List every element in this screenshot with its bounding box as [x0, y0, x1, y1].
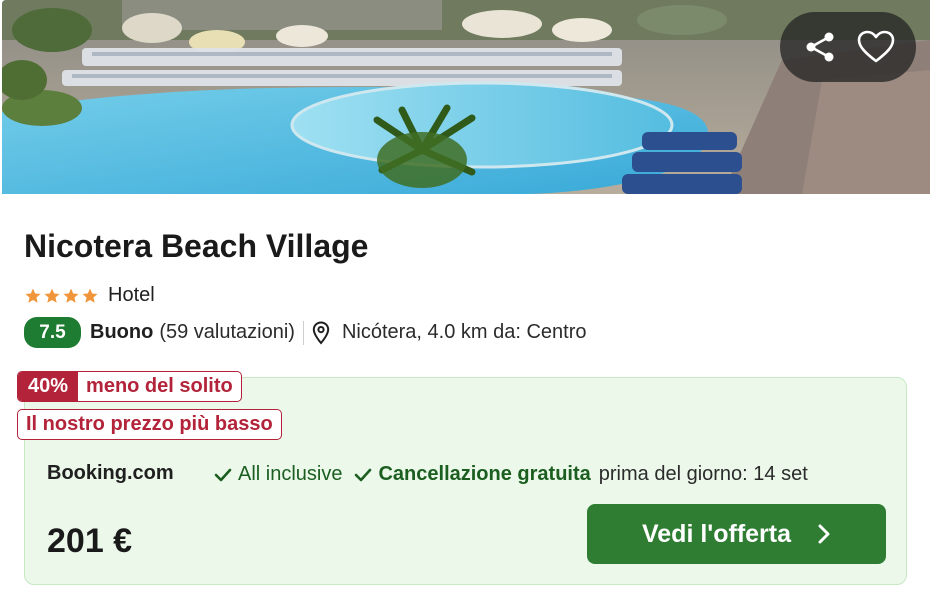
star-icon: [24, 287, 42, 305]
divider: [302, 320, 304, 345]
accommodation-type: Hotel: [108, 284, 155, 306]
price: 201 €: [47, 522, 133, 560]
view-offer-label: Vedi l'offerta: [641, 519, 792, 548]
share-icon[interactable]: [798, 25, 842, 69]
check-icon: [354, 467, 372, 483]
offer-features: All inclusive Cancellazione gratuita pri…: [214, 463, 808, 486]
star-icon: [62, 287, 80, 305]
star-rating: [24, 287, 99, 305]
location-text[interactable]: Nicótera, 4.0 km da: Centro: [342, 321, 587, 344]
rating-row: 7.5 Buono (59 valutazioni) Nicótera, 4.0…: [24, 317, 587, 348]
score-badge: 7.5: [24, 317, 81, 348]
star-icon: [81, 287, 99, 305]
star-rating-row: Hotel: [24, 284, 155, 307]
feature-free-cancellation: Cancellazione gratuita: [378, 463, 591, 485]
feature-cancellation-deadline: prima del giorno: 14 set: [598, 463, 808, 485]
star-icon: [43, 287, 61, 305]
hotel-card: Nicotera Beach Village Hotel 7.5 Buono (…: [0, 0, 930, 594]
chevron-right-icon: [817, 523, 831, 545]
view-offer-button[interactable]: Vedi l'offerta: [587, 504, 886, 564]
discount-text: meno del solito: [86, 375, 233, 397]
heart-icon[interactable]: [854, 25, 898, 69]
lowest-price-badge: Il nostro prezzo più basso: [17, 409, 282, 440]
review-count[interactable]: (59 valutazioni): [159, 321, 295, 344]
location-pin-icon: [312, 320, 330, 345]
photo-actions: [780, 12, 916, 82]
feature-all-inclusive: All inclusive: [238, 463, 343, 485]
hotel-photo[interactable]: [2, 0, 930, 194]
discount-percent: 40%: [18, 372, 79, 401]
discount-badge: 40% meno del solito: [17, 371, 242, 402]
check-icon: [214, 467, 232, 483]
provider-name[interactable]: Booking.com: [47, 462, 174, 485]
score-label: Buono: [90, 321, 154, 343]
hotel-name[interactable]: Nicotera Beach Village: [24, 228, 368, 265]
